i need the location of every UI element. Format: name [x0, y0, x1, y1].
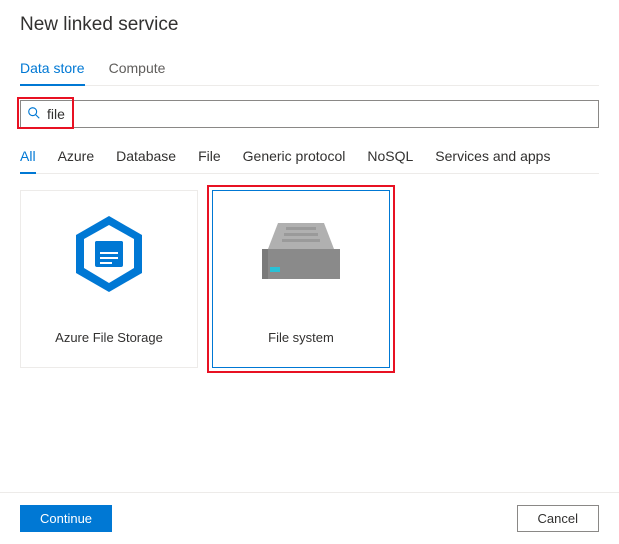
card-label: File system [268, 330, 334, 345]
filter-file[interactable]: File [198, 142, 221, 174]
connector-cards: Azure File Storage File system [20, 190, 599, 368]
tab-data-store[interactable]: Data store [20, 54, 85, 86]
search-icon [27, 106, 41, 123]
azure-file-storage-icon [74, 214, 144, 294]
card-azure-file-storage[interactable]: Azure File Storage [20, 190, 198, 368]
continue-button[interactable]: Continue [20, 505, 112, 532]
main-tabs: Data store Compute [20, 54, 599, 86]
footer: Continue Cancel [0, 492, 619, 544]
card-label: Azure File Storage [55, 330, 163, 345]
cancel-button[interactable]: Cancel [517, 505, 599, 532]
filter-tabs: All Azure Database File Generic protocol… [20, 142, 599, 174]
search-input[interactable] [41, 106, 592, 122]
filter-all[interactable]: All [20, 142, 36, 174]
filter-services-apps[interactable]: Services and apps [435, 142, 550, 174]
filter-database[interactable]: Database [116, 142, 176, 174]
card-file-system[interactable]: File system [212, 190, 390, 368]
filter-azure[interactable]: Azure [58, 142, 95, 174]
filter-nosql[interactable]: NoSQL [367, 142, 413, 174]
page-title: New linked service [20, 14, 599, 36]
search-box[interactable] [20, 100, 599, 128]
filter-generic-protocol[interactable]: Generic protocol [243, 142, 346, 174]
tab-compute[interactable]: Compute [109, 54, 166, 86]
file-system-icon [258, 214, 344, 294]
